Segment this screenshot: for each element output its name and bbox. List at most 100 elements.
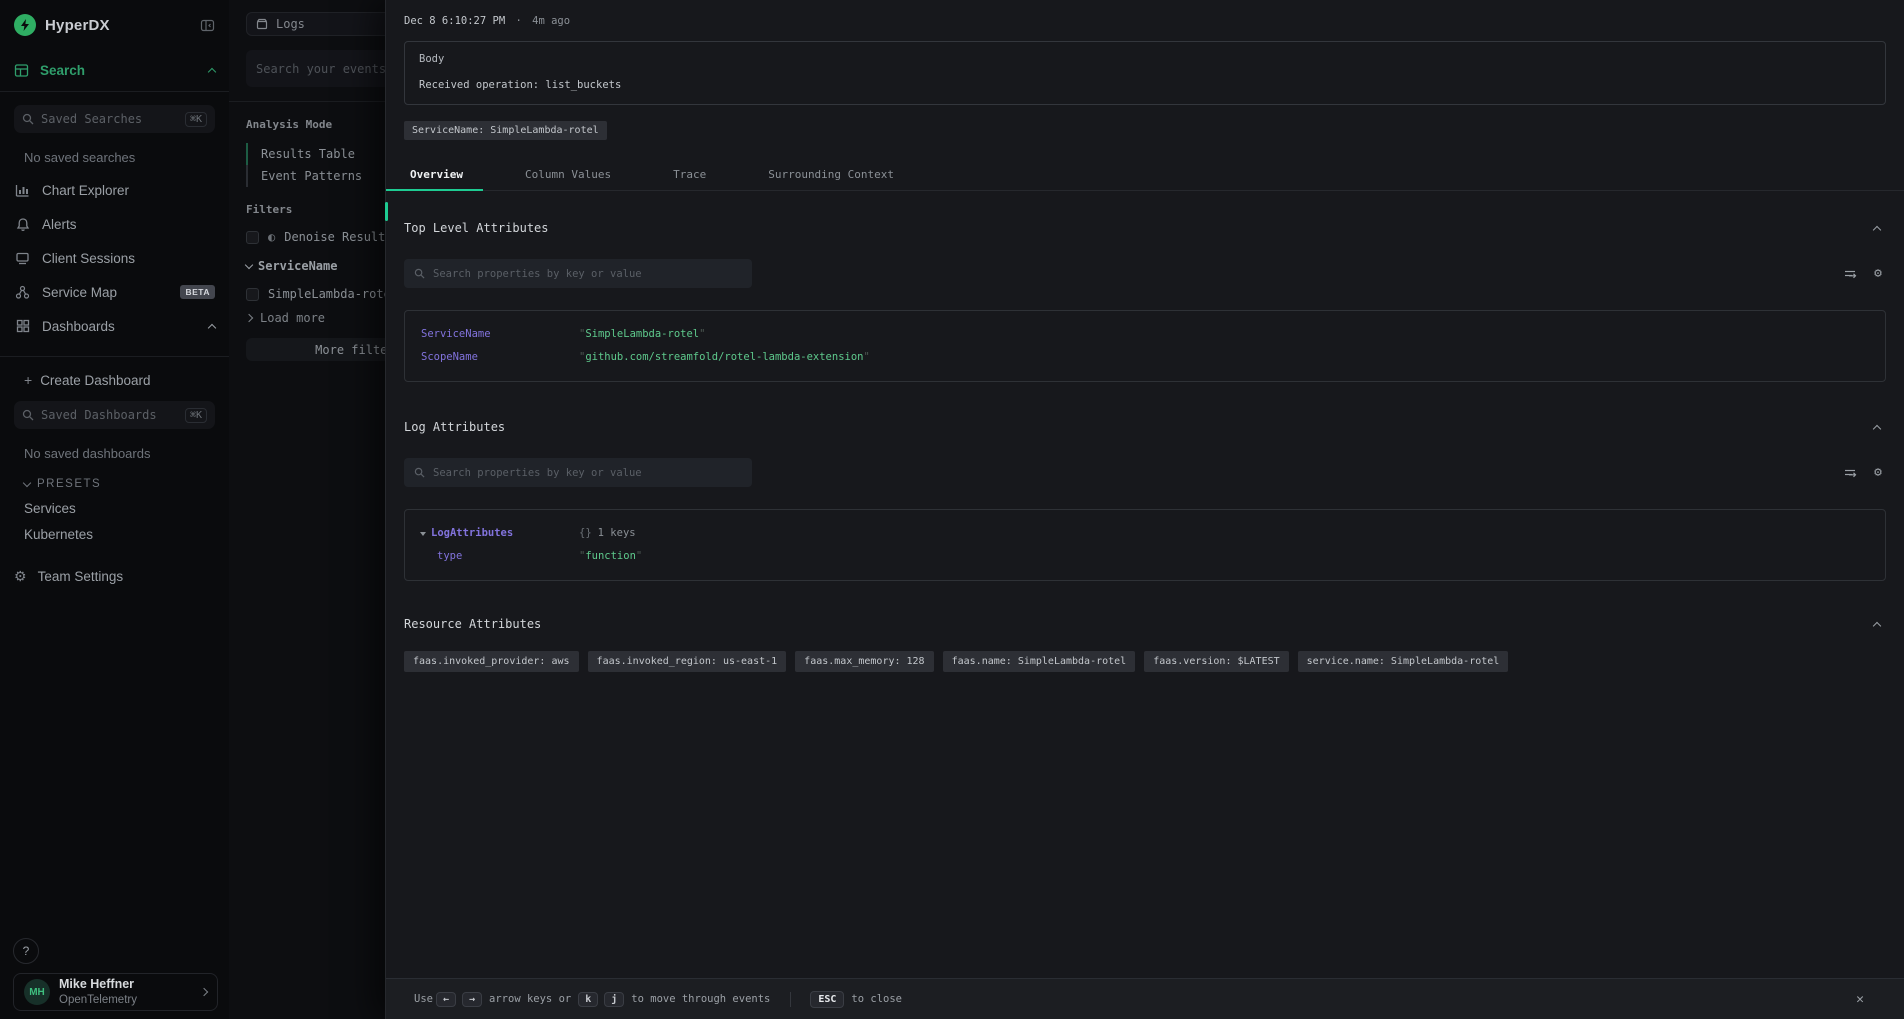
tab-column-values[interactable]: Column Values [505,161,631,190]
log-attributes-search-box[interactable] [404,458,752,487]
search-icon [22,409,34,421]
top-level-attributes-panel: ServiceName SimpleLambda-rotel ScopeName… [404,310,1886,382]
timestamp-absolute: Dec 8 6:10:27 PM [404,15,505,27]
saved-dashboards-input[interactable] [41,408,178,422]
saved-dashboards-search[interactable]: ⌘K [14,401,215,429]
resource-chip[interactable]: faas.max_memory: 128 [795,651,933,672]
body-label: Body [419,53,1871,65]
hint-close: to close [851,993,902,1005]
log-attributes-search-input[interactable] [433,467,742,479]
attribute-row[interactable]: ScopeName github.com/streamfold/rotel-la… [421,346,1869,369]
avatar: MH [24,979,50,1005]
top-level-search-box[interactable] [404,259,752,288]
plus-icon: + [24,372,32,388]
timestamp-relative: 4m ago [532,15,570,27]
drawer-tabs: Overview Column Values Trace Surrounding… [386,161,1904,191]
hint-use: Use [414,993,433,1005]
shortcut-badge: ⌘K [185,112,207,127]
top-level-search-input[interactable] [433,268,742,280]
gear-icon[interactable]: ⚙ [1874,266,1882,281]
saved-searches-search[interactable]: ⌘K [14,105,215,133]
section-log-attributes: Log Attributes [404,420,1886,434]
key-k: k [578,992,598,1007]
attribute-row[interactable]: ServiceName SimpleLambda-rotel [421,323,1869,346]
gear-icon[interactable]: ⚙ [1874,465,1882,480]
resource-chip[interactable]: faas.version: $LATEST [1144,651,1288,672]
chevron-right-icon [245,314,253,322]
attribute-key: type [421,545,579,568]
saved-searches-input[interactable] [41,112,178,126]
grid-icon [14,319,31,333]
sidebar-collapse-icon[interactable] [200,18,215,33]
sidebar-item-label: Chart Explorer [42,183,129,198]
resource-chip[interactable]: faas.invoked_provider: aws [404,651,579,672]
source-select-value: Logs [276,17,305,31]
gear-icon: ⚙ [14,568,27,585]
keys-count: 1 keys [598,527,636,539]
chevron-down-icon [245,261,253,269]
resource-attribute-chips: faas.invoked_provider: aws faas.invoked_… [404,651,1886,672]
timestamp-separator: · [515,15,521,27]
preset-item-kubernetes[interactable]: Kubernetes [24,527,215,542]
logo-row: HyperDX [14,0,215,36]
drawer-resize-handle[interactable] [385,202,388,221]
presets-label: PRESETS [37,478,101,490]
body-content: Received operation: list_buckets [419,79,1871,91]
log-attributes-root-row[interactable]: LogAttributes {} 1 keys [421,522,1869,545]
tab-trace[interactable]: Trace [653,161,726,190]
load-more-label: Load more [260,311,325,325]
divider [0,356,229,357]
close-icon[interactable]: ✕ [1856,992,1864,1007]
section-collapse-icon[interactable] [1873,621,1881,629]
sidebar-item-alerts[interactable]: Alerts [14,207,215,241]
chevron-down-icon [23,479,31,487]
sidebar-item-chart-explorer[interactable]: Chart Explorer [14,173,215,207]
event-timestamp: Dec 8 6:10:27 PM · 4m ago [404,15,1886,27]
event-detail-drawer: Dec 8 6:10:27 PM · 4m ago Body Received … [385,0,1904,1019]
section-collapse-icon[interactable] [1873,225,1881,233]
shortcut-badge: ⌘K [185,408,207,423]
hint-move-events: to move through events [631,993,770,1005]
user-name: Mike Heffner [59,977,137,993]
attribute-value: SimpleLambda-rotel [579,323,705,346]
sidebar-item-team-settings[interactable]: ⚙ Team Settings [14,568,215,585]
no-saved-searches-text: No saved searches [24,150,215,165]
attribute-key: ServiceName [421,323,579,346]
create-dashboard-button[interactable]: + Create Dashboard [24,372,215,388]
section-collapse-icon[interactable] [1873,424,1881,432]
tab-surrounding-context[interactable]: Surrounding Context [748,161,914,190]
sort-lines-icon[interactable] [1844,467,1858,479]
sidebar-item-dashboards[interactable]: Dashboards [14,309,215,343]
resource-chip[interactable]: service.name: SimpleLambda-rotel [1298,651,1509,672]
tab-overview[interactable]: Overview [386,161,483,190]
preset-item-services[interactable]: Services [24,501,215,516]
event-body-box: Body Received operation: list_buckets [404,41,1886,105]
divider [790,992,791,1007]
sidebar-item-client-sessions[interactable]: Client Sessions [14,241,215,275]
help-button[interactable]: ? [13,938,39,964]
section-title: Resource Attributes [404,617,541,631]
presets-toggle[interactable]: PRESETS [24,478,215,490]
user-org: OpenTelemetry [59,993,137,1007]
resource-chip[interactable]: faas.name: SimpleLambda-rotel [943,651,1136,672]
bell-icon [14,217,31,232]
braces-icon: {} [579,527,592,539]
denoise-label: Denoise Results [284,230,392,244]
denoise-icon: ◐ [268,230,275,244]
attribute-key: LogAttributes [431,522,579,545]
service-name-tag[interactable]: ServiceName: SimpleLambda-rotel [404,121,607,140]
resource-chip[interactable]: faas.invoked_region: us-east-1 [588,651,787,672]
key-arrow-left: ← [436,992,456,1007]
denoise-checkbox[interactable] [246,231,259,244]
sidebar-item-label: Dashboards [42,319,115,334]
attribute-row[interactable]: type function [421,545,1869,568]
attribute-value: function [579,545,642,568]
hyperdx-app: HyperDX Search ⌘K No saved s [0,0,1904,1019]
section-title: Log Attributes [404,420,505,434]
sidebar-item-label: Team Settings [38,569,124,584]
sort-lines-icon[interactable] [1844,268,1858,280]
filter-value-checkbox[interactable] [246,288,259,301]
sidebar-item-service-map[interactable]: Service Map BETA [14,275,215,309]
user-menu[interactable]: MH Mike Heffner OpenTelemetry [13,973,218,1011]
sidebar-item-search[interactable]: Search [14,63,215,78]
